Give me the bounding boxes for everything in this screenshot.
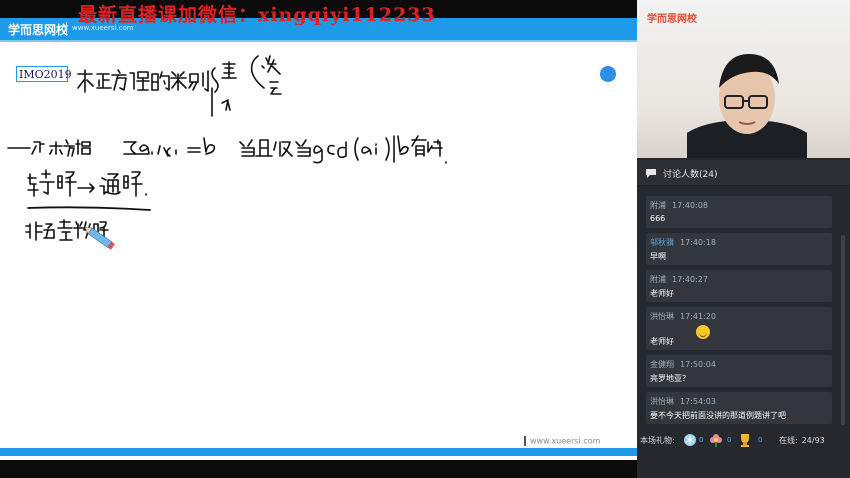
watermark-text: 最新直播课加微信：xingqiyi112233 (78, 4, 436, 26)
board-footer: www.xueersi.com (524, 436, 600, 446)
chat-message: 附浦 17:40:27 老师好 (646, 270, 832, 302)
chat-time: 17:40:08 (672, 201, 708, 210)
gift-count-trophy: 0 (758, 436, 763, 444)
side-panel: 学而思网校 讨论人数(24) 附浦 17:40:08 666 邬秋骥 17:40… (637, 0, 850, 478)
chat-time: 17:41:20 (680, 312, 716, 321)
chat-text: 老师好 (650, 337, 674, 346)
chat-text: 要不今天把前面没讲的那道例题讲了吧 (650, 411, 786, 420)
chat-user: 洪怡琳 (650, 397, 674, 406)
chat-bubble-icon (646, 169, 656, 178)
discussion-header: 讨论人数(24) (637, 160, 850, 186)
handwriting-ink (7, 55, 447, 250)
chat-text: 亮罗地亚？ (650, 374, 690, 383)
pencil-icon (84, 227, 115, 250)
camera-logo: 学而思网校 (647, 14, 697, 25)
trophy-icon[interactable] (738, 433, 752, 447)
chat-list[interactable]: 附浦 17:40:08 666 邬秋骥 17:40:18 早啊 附浦 17:40:27… (637, 188, 850, 428)
online-label: 在线: (779, 436, 798, 445)
screen: 最新直播课加微信：xingqiyi112233 学而思网校 www.xueers… (0, 0, 850, 478)
footer-divider (524, 436, 526, 446)
chat-time: 17:50:04 (680, 360, 716, 369)
chat-message: 金健翔 17:50:04 亮罗地亚？ (646, 355, 832, 387)
teacher-camera: 学而思网校 (637, 0, 850, 158)
whiteboard[interactable]: 学而思网校 www.xueersi.com IMO2019 www.xueers… (0, 18, 637, 460)
chat-scrollbar[interactable] (841, 235, 845, 425)
chat-user: 附浦 (650, 275, 666, 284)
chat-time: 17:40:18 (680, 238, 716, 247)
chat-user: 附浦 (650, 201, 666, 210)
chat-time: 17:54:03 (680, 397, 716, 406)
gift-bar: 本场礼物: 0 0 0 在线: 24/93 (637, 428, 850, 452)
chat-time: 17:40:27 (672, 275, 708, 284)
chat-message: 附浦 17:40:08 666 (646, 196, 832, 228)
chat-user: 邬秋骥 (650, 238, 674, 247)
chat-text: 666 (650, 214, 666, 223)
board-bottom-stripe (0, 448, 637, 456)
gift-count-flower: 0 (727, 436, 732, 444)
flower-icon[interactable] (709, 433, 723, 447)
smiley-emoji-icon (696, 325, 710, 339)
chat-message: 邬秋骥 17:40:18 早啊 (646, 233, 832, 265)
chat-message: 洪怡琳 17:41:20 老师好 (646, 307, 832, 350)
chat-user: 洪怡琳 (650, 312, 674, 321)
chat-text: 老师好 (650, 289, 674, 298)
chat-user: 金健翔 (650, 360, 674, 369)
chat-text: 早啊 (650, 252, 666, 261)
online-count: 24/93 (801, 436, 825, 445)
discussion-count: 讨论人数(24) (663, 170, 718, 180)
online-status: 在线: 24/93 (779, 435, 825, 446)
snowflake-icon[interactable] (683, 433, 697, 447)
gift-label: 本场礼物: (640, 436, 675, 445)
board-footer-url: www.xueersi.com (530, 436, 601, 446)
teacher-avatar (687, 54, 807, 158)
gift-count-snowflake: 0 (699, 436, 704, 444)
chat-message: 洪怡琳 17:54:03 要不今天把前面没讲的那道例题讲了吧 (646, 392, 832, 424)
